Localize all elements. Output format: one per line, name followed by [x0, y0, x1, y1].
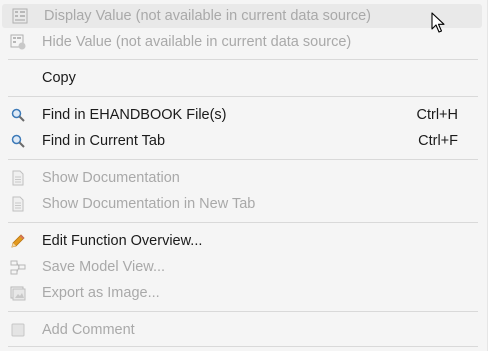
search-icon — [10, 107, 26, 123]
menu-item-label: Find in EHANDBOOK File(s) — [42, 107, 227, 123]
menu-item-find-in-ehandbook[interactable]: Find in EHANDBOOK File(s) Ctrl+H — [0, 103, 482, 127]
menu-item-label: Export as Image... — [42, 285, 160, 301]
document-icon — [10, 170, 26, 186]
model-view-icon — [10, 259, 26, 275]
menu-item-find-in-current-tab[interactable]: Find in Current Tab Ctrl+F — [0, 129, 482, 153]
menu-item-copy[interactable]: Copy — [0, 66, 482, 90]
menu-item-label: Find in Current Tab — [42, 133, 166, 149]
menu-item-edit-function-overview[interactable]: Edit Function Overview... — [0, 229, 482, 253]
search-icon — [10, 133, 26, 149]
menu-item-label: Add Comment — [42, 322, 135, 338]
menu-item-shortcut: Ctrl+F — [418, 133, 458, 149]
context-menu: Display Value (not available in current … — [0, 0, 488, 351]
menu-item-label: Show Documentation — [42, 170, 180, 186]
mouse-cursor-icon — [431, 12, 445, 33]
menu-item-label: Save Model View... — [42, 259, 166, 275]
menu-item-hide-value[interactable]: Hide Value (not available in current dat… — [0, 30, 482, 54]
menu-separator — [8, 311, 478, 312]
menu-item-label: Show Documentation in New Tab — [42, 196, 256, 212]
menu-item-label: Copy — [42, 70, 76, 86]
menu-separator — [8, 59, 478, 60]
image-export-icon — [10, 285, 26, 301]
pencil-icon — [10, 233, 26, 249]
menu-item-save-model-view[interactable]: Save Model View... — [0, 255, 482, 279]
value-table-hide-icon — [10, 34, 26, 50]
menu-separator — [8, 159, 478, 160]
menu-item-label: Hide Value (not available in current dat… — [42, 34, 352, 50]
menu-separator — [8, 96, 478, 97]
value-table-icon — [12, 8, 28, 24]
comment-icon — [10, 322, 26, 338]
menu-item-label: Edit Function Overview... — [42, 233, 203, 249]
menu-item-add-comment[interactable]: Add Comment — [0, 318, 482, 342]
menu-separator — [8, 346, 478, 347]
menu-item-label: Display Value (not available in current … — [44, 8, 371, 24]
document-icon — [10, 196, 26, 212]
menu-item-shortcut: Ctrl+H — [416, 107, 459, 123]
menu-separator — [8, 222, 478, 223]
menu-item-export-as-image[interactable]: Export as Image... — [0, 281, 482, 305]
menu-item-display-value[interactable]: Display Value (not available in current … — [2, 4, 482, 28]
menu-item-show-documentation-new-tab[interactable]: Show Documentation in New Tab — [0, 192, 482, 216]
menu-item-show-documentation[interactable]: Show Documentation — [0, 166, 482, 190]
